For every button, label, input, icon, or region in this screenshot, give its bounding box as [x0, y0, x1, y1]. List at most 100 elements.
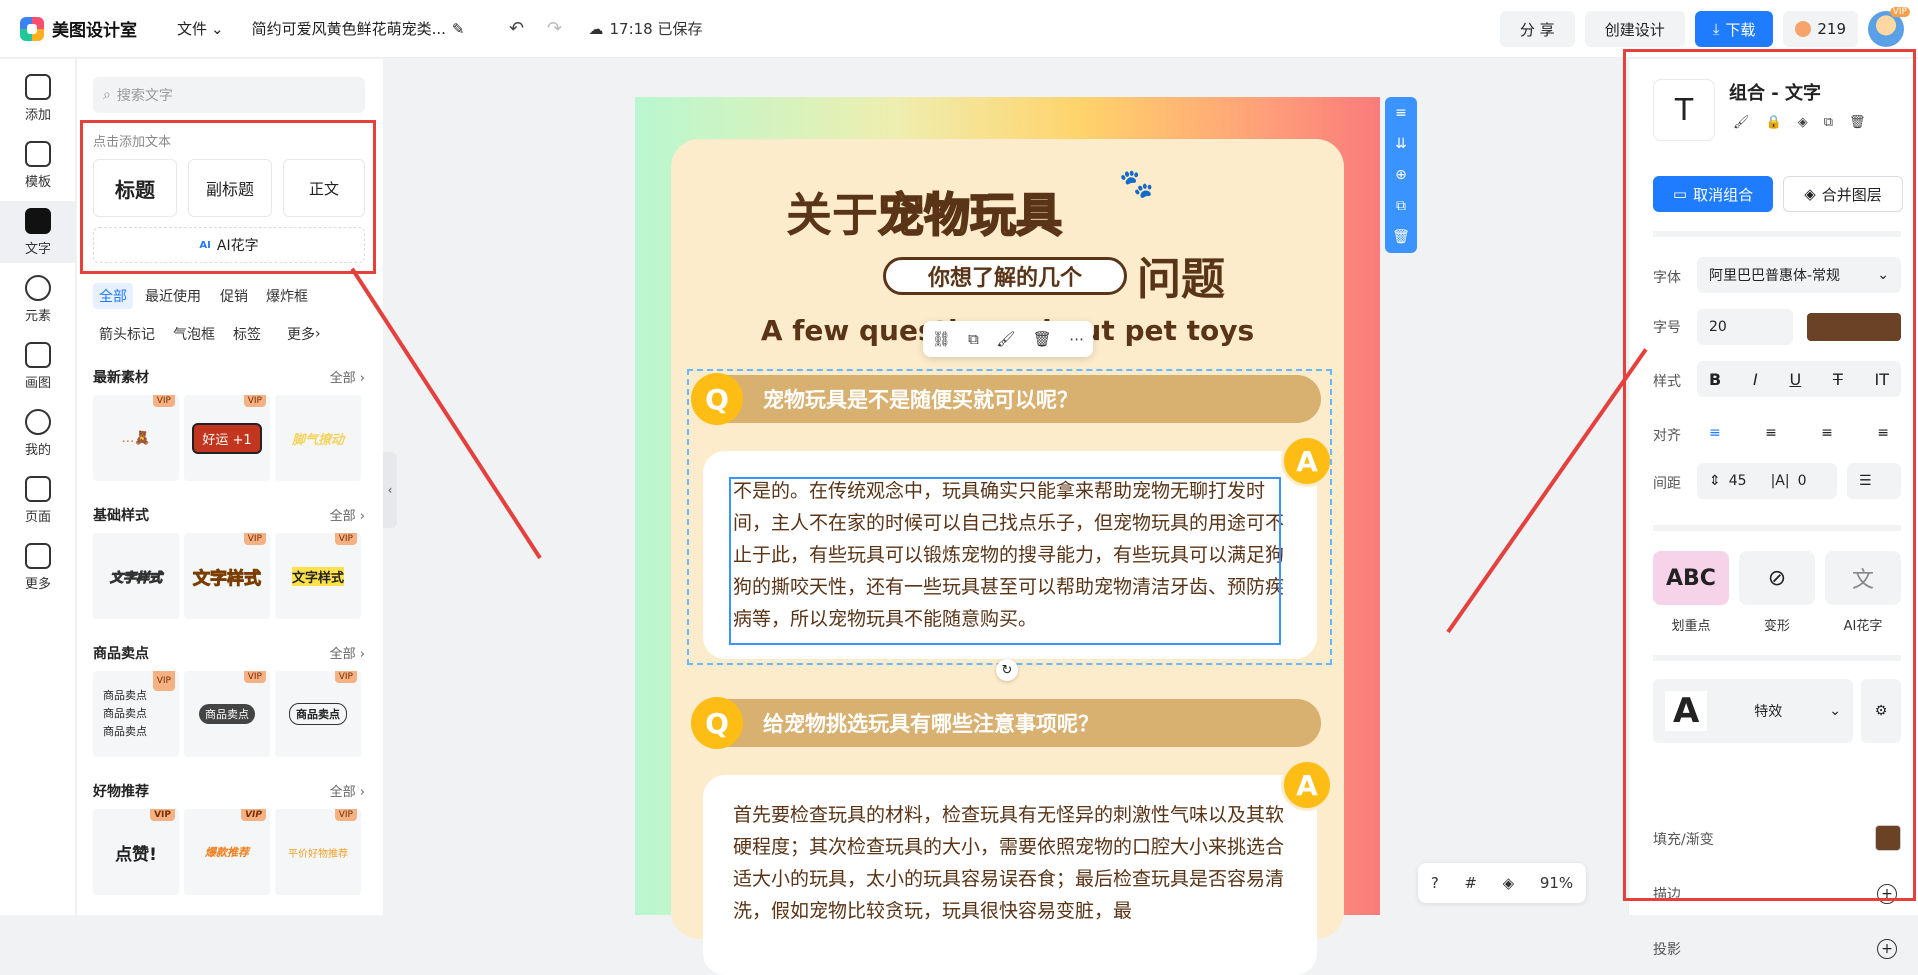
section-all-link[interactable]: 全部 › [330, 505, 365, 524]
collapse-panel-handle[interactable]: ‹ [383, 452, 397, 528]
align-icon[interactable]: ≡ [1395, 105, 1407, 121]
chip-recent[interactable]: 最近使用 [139, 283, 207, 309]
poster-subtitle-big[interactable]: 问题 [1137, 243, 1225, 307]
rail-item-label: 画图 [24, 375, 51, 391]
layers-icon[interactable]: ◈ [1503, 874, 1515, 892]
design-canvas[interactable]: 关于宠物玩具 🐾 你想了解的几个 问题 A few questions abou… [635, 97, 1380, 975]
tile-art: …🧸 [121, 430, 151, 446]
logo-icon [20, 16, 44, 41]
chip-tag[interactable]: 标签 [227, 321, 267, 347]
recommend-tile[interactable]: VIP 点赞! [93, 809, 179, 895]
duplicate-icon[interactable]: ⧉ [968, 330, 979, 348]
chip-more[interactable]: 更多 › [281, 321, 327, 347]
poster-title[interactable]: 关于宠物玩具 [786, 179, 1063, 245]
rail-item-label: 添加 [24, 107, 51, 123]
vip-badge: VIP [241, 809, 266, 821]
chip-all[interactable]: 全部 [93, 283, 133, 309]
annotation-arrow-right [1446, 348, 1648, 634]
search-input[interactable]: ⌕ 搜索文字 [93, 77, 365, 113]
tile-art-text: 文字样式 [193, 568, 262, 589]
create-design-button[interactable]: 创建设计 [1584, 11, 1685, 47]
app-name: 美图设计室 [52, 21, 137, 41]
poster-subtitle-pill[interactable]: 你想了解的几个 [883, 257, 1127, 295]
chip-promo[interactable]: 促销 [214, 283, 254, 309]
rotate-handle-icon[interactable]: ↻ [996, 659, 1018, 681]
edit-icon[interactable]: ✎ [452, 20, 465, 38]
rail-item-add[interactable]: 添加 [0, 67, 76, 129]
answer-text-2[interactable]: 首先要检查玩具的材料，检查玩具有无怪异的刺激性气味以及其软硬程度；其次检查玩具的… [733, 799, 1287, 927]
avatar[interactable]: VIP [1868, 7, 1910, 47]
rail-item-label: 页面 [24, 509, 51, 525]
undo-icon[interactable]: ↶ [504, 17, 528, 41]
vip-badge: VIP [150, 809, 175, 821]
material-tile[interactable]: VIP …🧸 [93, 395, 179, 481]
search-placeholder: 搜索文字 [116, 88, 173, 104]
zoom-level[interactable]: 91% [1540, 874, 1573, 892]
answer-box-2[interactable]: A 首先要检查玩具的材料，检查玩具有无怪异的刺激性气味以及其软硬程度；其次检查玩… [703, 759, 1333, 975]
poster-title-prefix: 关于 [786, 188, 878, 242]
text-selection-outline[interactable] [729, 477, 1281, 645]
top-right-actions: 分 享 创建设计 ⤓ 下载 219 VIP [1499, 7, 1910, 47]
copy-page-icon[interactable]: ⧉ [1396, 198, 1406, 214]
chip-bubble[interactable]: 气泡框 [167, 321, 221, 347]
add-shadow-icon[interactable]: + [1877, 939, 1897, 959]
rail-item-mine[interactable]: 我的 [0, 402, 76, 464]
style-tile[interactable]: VIP 文字样式 [184, 533, 270, 619]
coins-badge[interactable]: 219 [1783, 11, 1858, 47]
delete-icon[interactable]: 🗑 [1033, 330, 1052, 348]
redo-icon[interactable]: ↷ [542, 17, 566, 41]
rail-item-label: 模板 [24, 174, 51, 190]
rail-item-label: 我的 [24, 442, 51, 458]
rail-item-element[interactable]: 元素 [0, 268, 76, 330]
vip-badge: VIP [243, 671, 266, 683]
add-page-icon[interactable]: ⊕ [1395, 167, 1407, 183]
selling-point-tile[interactable]: VIP 商品卖点 [275, 671, 361, 757]
layer-order-icon[interactable]: ⇊ [1395, 136, 1407, 152]
element-icon [25, 274, 51, 301]
rail-item-text[interactable]: 文字 [0, 201, 76, 263]
material-tile[interactable]: 脚气撩动 [275, 395, 361, 481]
more-dots-icon[interactable]: ⋯ [1069, 330, 1084, 348]
rail-item-page[interactable]: 页面 [0, 469, 76, 531]
download-button[interactable]: ⤓ 下载 [1694, 11, 1774, 47]
chip-more-label: 更多 [287, 327, 315, 343]
style-tile[interactable]: VIP 文字样式 [275, 533, 361, 619]
format-brush-icon[interactable]: 🖌 [996, 330, 1015, 348]
selling-point-tile[interactable]: VIP 商品卖点 商品卖点 商品卖点 [93, 671, 179, 757]
document-title-text: 简约可爱风黄色鲜花萌宠类... [251, 20, 446, 38]
document-title[interactable]: 简约可爱风黄色鲜花萌宠类... ✎ [252, 18, 465, 39]
section-all-link[interactable]: 全部 › [330, 643, 365, 662]
file-menu[interactable]: 文件 ⌄ [177, 18, 224, 39]
link-icon[interactable]: ⛓ [932, 330, 951, 348]
selling-point-tile[interactable]: VIP 商品卖点 [184, 671, 270, 757]
chip-burst[interactable]: 爆炸框 [260, 283, 314, 309]
section-all-link[interactable]: 全部 › [330, 367, 365, 386]
tile-art-text: 文字样式 [291, 566, 344, 586]
material-tile[interactable]: VIP 好运 +1 [184, 395, 270, 481]
more-icon [25, 542, 51, 569]
app-logo[interactable]: 美图设计室 [20, 16, 137, 41]
grid-icon[interactable]: # [1464, 874, 1477, 892]
delete-page-icon[interactable]: 🗑 [1392, 229, 1410, 245]
question-bar-2[interactable]: Q 给宠物挑选玩具有哪些注意事项呢？ [691, 697, 1321, 749]
rail-item-draw[interactable]: 画图 [0, 335, 76, 397]
user-icon [25, 408, 51, 435]
recommend-tile[interactable]: VIP 爆款推荐 [184, 809, 270, 895]
rail-item-template[interactable]: 模板 [0, 134, 76, 196]
section-all-link[interactable]: 全部 › [330, 781, 365, 800]
download-label: 下载 [1725, 20, 1756, 39]
tile-art-text: 文字样式 [109, 570, 162, 586]
annotation-box-left [80, 120, 376, 274]
section-all-label: 全部 [329, 785, 356, 800]
tile-art-text: 商品卖点 [289, 703, 347, 725]
rail-item-more[interactable]: 更多 [0, 536, 76, 598]
vip-badge: VIP [243, 395, 266, 407]
help-icon[interactable]: ? [1431, 874, 1439, 892]
avatar-vip-badge: VIP [1889, 7, 1910, 17]
save-status-text: 17:18 已保存 [609, 20, 703, 38]
share-button[interactable]: 分 享 [1499, 11, 1575, 47]
recommend-tile[interactable]: VIP 平价好物推荐 [275, 809, 361, 895]
chip-arrow[interactable]: 箭头标记 [93, 321, 161, 347]
search-icon: ⌕ [103, 87, 111, 103]
style-tile[interactable]: 文字样式 [93, 533, 179, 619]
